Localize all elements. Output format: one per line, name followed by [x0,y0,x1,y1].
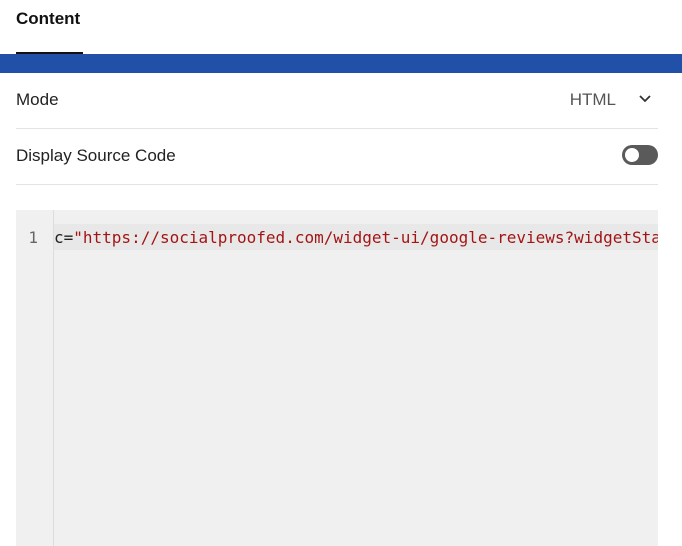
tab-content-label: Content [16,9,81,28]
accent-bar [0,54,682,73]
mode-select[interactable]: HTML [558,73,658,128]
mode-row: Mode HTML [16,73,658,129]
toggle-knob [625,148,639,162]
line-number: 1 [28,228,38,247]
code-attribute: c= [54,228,74,247]
tab-content[interactable]: Content [16,0,83,54]
mode-value: HTML [569,90,616,109]
mode-label: Mode [16,90,59,109]
code-string: "https://socialproofed.com/widget-ui/goo… [73,228,658,247]
display-source-code-label: Display Source Code [16,146,176,165]
code-editor[interactable]: 1 c="https://socialproofed.com/widget-ui… [16,210,658,546]
code-line[interactable]: c="https://socialproofed.com/widget-ui/g… [54,228,658,247]
line-number-gutter: 1 [16,210,54,546]
tab-bar: Content [0,0,682,54]
display-source-code-toggle[interactable] [622,145,658,165]
chevron-down-icon [639,95,651,103]
display-source-code-row: Display Source Code [16,129,658,185]
